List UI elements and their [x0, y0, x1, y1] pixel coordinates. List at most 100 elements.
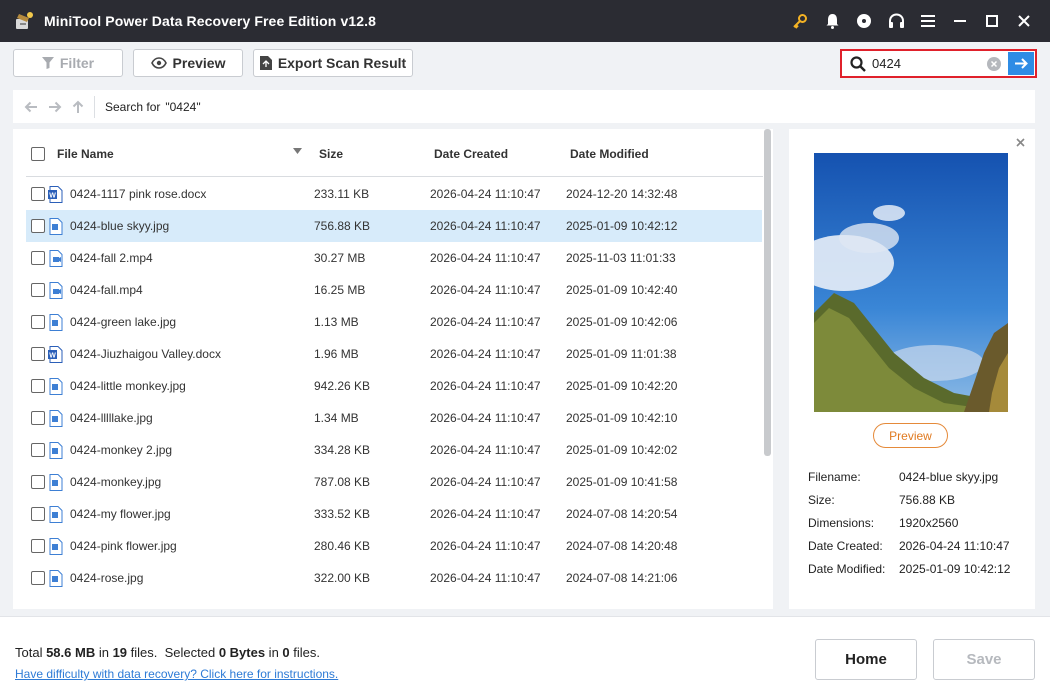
row-checkbox[interactable] — [31, 219, 45, 233]
date-created: 2026-04-24 11:10:47 — [430, 251, 541, 265]
row-checkbox[interactable] — [31, 347, 45, 361]
file-size: 756.88 KB — [314, 219, 371, 233]
close-preview-icon[interactable] — [1016, 138, 1025, 147]
menu-icon[interactable] — [912, 0, 944, 42]
file-name-header[interactable]: File Name — [57, 147, 114, 161]
sort-down-icon[interactable] — [293, 148, 302, 154]
date-created-header[interactable]: Date Created — [434, 147, 508, 161]
select-all-checkbox[interactable] — [31, 147, 45, 161]
clear-search-icon[interactable] — [987, 57, 1001, 71]
table-row[interactable]: 0424-blue skyy.jpg 756.88 KB 2026-04-24 11… — [26, 210, 762, 242]
filter-icon — [41, 57, 54, 69]
date-created: 2026-04-24 11:10:47 — [430, 411, 541, 425]
row-checkbox[interactable] — [31, 379, 45, 393]
row-checkbox[interactable] — [31, 187, 45, 201]
file-name: 0424-green lake.jpg — [70, 315, 177, 329]
minimize-icon[interactable] — [944, 0, 976, 42]
row-checkbox[interactable] — [31, 315, 45, 329]
image-file-icon — [49, 570, 63, 587]
help-link[interactable]: Have difficulty with data recovery? Clic… — [15, 667, 338, 681]
selected-count: 0 — [282, 645, 290, 660]
preview-toolbar-button[interactable]: Preview — [133, 49, 243, 77]
close-icon[interactable] — [1008, 0, 1040, 42]
eye-icon — [150, 57, 167, 69]
date-modified-header[interactable]: Date Modified — [570, 147, 649, 161]
table-row[interactable]: 0424-my flower.jpg 333.52 KB 2026-04-24 11… — [26, 498, 762, 530]
file-size: 30.27 MB — [314, 251, 366, 265]
file-size: 333.52 KB — [314, 507, 371, 521]
svg-text:W: W — [49, 193, 56, 200]
file-name: 0424-Jiuzhaigou Valley.docx — [70, 347, 221, 361]
row-checkbox[interactable] — [31, 443, 45, 457]
file-size: 280.46 KB — [314, 539, 371, 553]
detail-value: 756.88 KB — [899, 493, 956, 507]
table-row[interactable]: 0424-green lake.jpg 1.13 MB 2026-04-24 11:… — [26, 306, 762, 338]
row-checkbox[interactable] — [31, 539, 45, 553]
back-arrow-icon[interactable] — [24, 101, 38, 113]
search-go-button[interactable] — [1008, 52, 1034, 75]
vertical-scrollbar[interactable] — [764, 129, 771, 456]
preview-button[interactable]: Preview — [873, 423, 948, 448]
table-row[interactable]: 0424-fall 2.mp4 30.27 MB 2026-04-24 11:10:… — [26, 242, 762, 274]
total-size: 58.6 MB — [46, 645, 96, 660]
date-created: 2026-04-24 11:10:47 — [430, 507, 541, 521]
maximize-icon[interactable] — [976, 0, 1008, 42]
date-created: 2026-04-24 11:10:47 — [430, 315, 541, 329]
image-file-icon — [49, 314, 63, 331]
row-checkbox[interactable] — [31, 251, 45, 265]
row-checkbox[interactable] — [31, 283, 45, 297]
table-row[interactable]: 0424-pink flower.jpg 280.46 KB 2026-04-24 … — [26, 530, 762, 562]
navigation-bar: Search for "0424" — [13, 90, 1035, 123]
up-arrow-icon[interactable] — [72, 100, 84, 114]
summary-text: Total 58.6 MB in 19 files. Selected 0 By… — [15, 645, 320, 660]
home-button[interactable]: Home — [815, 639, 917, 680]
image-file-icon — [49, 474, 63, 491]
in-label-2: in — [265, 645, 283, 660]
save-button[interactable]: Save — [933, 639, 1035, 680]
table-row[interactable]: W 0424-Jiuzhaigou Valley.docx 1.96 MB 2026-… — [26, 338, 762, 370]
table-row[interactable]: 0424-lllllake.jpg 1.34 MB 2026-04-24 11:10… — [26, 402, 762, 434]
detail-value: 2026-04-24 11:10:47 — [899, 539, 1010, 553]
video-file-icon — [49, 250, 63, 267]
file-size: 1.96 MB — [314, 347, 359, 361]
detail-key: Date Modified: — [808, 562, 886, 576]
date-modified: 2025-01-09 10:42:02 — [566, 443, 678, 457]
search-term-label: "0424" — [165, 99, 201, 114]
selected-size: 0 Bytes — [218, 645, 266, 660]
in-label-1: in — [95, 645, 113, 660]
size-header[interactable]: Size — [319, 147, 343, 161]
export-file-icon — [259, 56, 272, 70]
support-headset-icon[interactable] — [880, 0, 912, 42]
license-key-icon[interactable] — [784, 0, 816, 42]
export-scan-result-button[interactable]: Export Scan Result — [253, 49, 413, 77]
forward-arrow-icon[interactable] — [48, 101, 62, 113]
table-row[interactable]: 0424-fall.mp4 16.25 MB 2026-04-24 11:10:47… — [26, 274, 762, 306]
file-name: 0424-pink flower.jpg — [70, 539, 177, 553]
file-size: 942.26 KB — [314, 379, 371, 393]
app-logo-icon — [16, 12, 33, 29]
date-modified: 2025-01-09 10:42:20 — [566, 379, 678, 393]
word-doc-icon: W — [48, 186, 63, 203]
app-title: MiniTool Power Data Recovery Free Editio… — [44, 13, 376, 29]
notification-bell-icon[interactable] — [816, 0, 848, 42]
table-row[interactable]: 0424-monkey.jpg 787.08 KB 2026-04-24 11:10… — [26, 466, 762, 498]
files-label-2: files. — [289, 645, 320, 660]
date-created: 2026-04-24 11:10:47 — [430, 475, 541, 489]
total-count: 19 — [112, 645, 128, 660]
search-input[interactable] — [872, 56, 982, 71]
date-created: 2026-04-24 11:10:47 — [430, 539, 541, 553]
table-row[interactable]: 0424-rose.jpg 322.00 KB 2026-04-24 11:10:4… — [26, 562, 762, 594]
row-checkbox[interactable] — [31, 475, 45, 489]
row-checkbox[interactable] — [31, 507, 45, 521]
table-row[interactable]: 0424-little monkey.jpg 942.26 KB 2026-04-2… — [26, 370, 762, 402]
row-checkbox[interactable] — [31, 571, 45, 585]
media-disc-icon[interactable] — [848, 0, 880, 42]
row-checkbox[interactable] — [31, 411, 45, 425]
date-modified: 2025-11-03 11:01:33 — [566, 251, 676, 265]
filter-button[interactable]: Filter — [13, 49, 123, 77]
nav-divider — [94, 95, 95, 118]
preview-panel: Preview Filename: 0424-blue skyy.jpg Size:… — [789, 129, 1035, 609]
date-modified: 2025-01-09 10:42:10 — [566, 411, 678, 425]
table-row[interactable]: W 0424-1117 pink rose.docx 233.11 KB 2026-0… — [26, 178, 762, 210]
table-row[interactable]: 0424-monkey 2.jpg 334.28 KB 2026-04-24 11:… — [26, 434, 762, 466]
